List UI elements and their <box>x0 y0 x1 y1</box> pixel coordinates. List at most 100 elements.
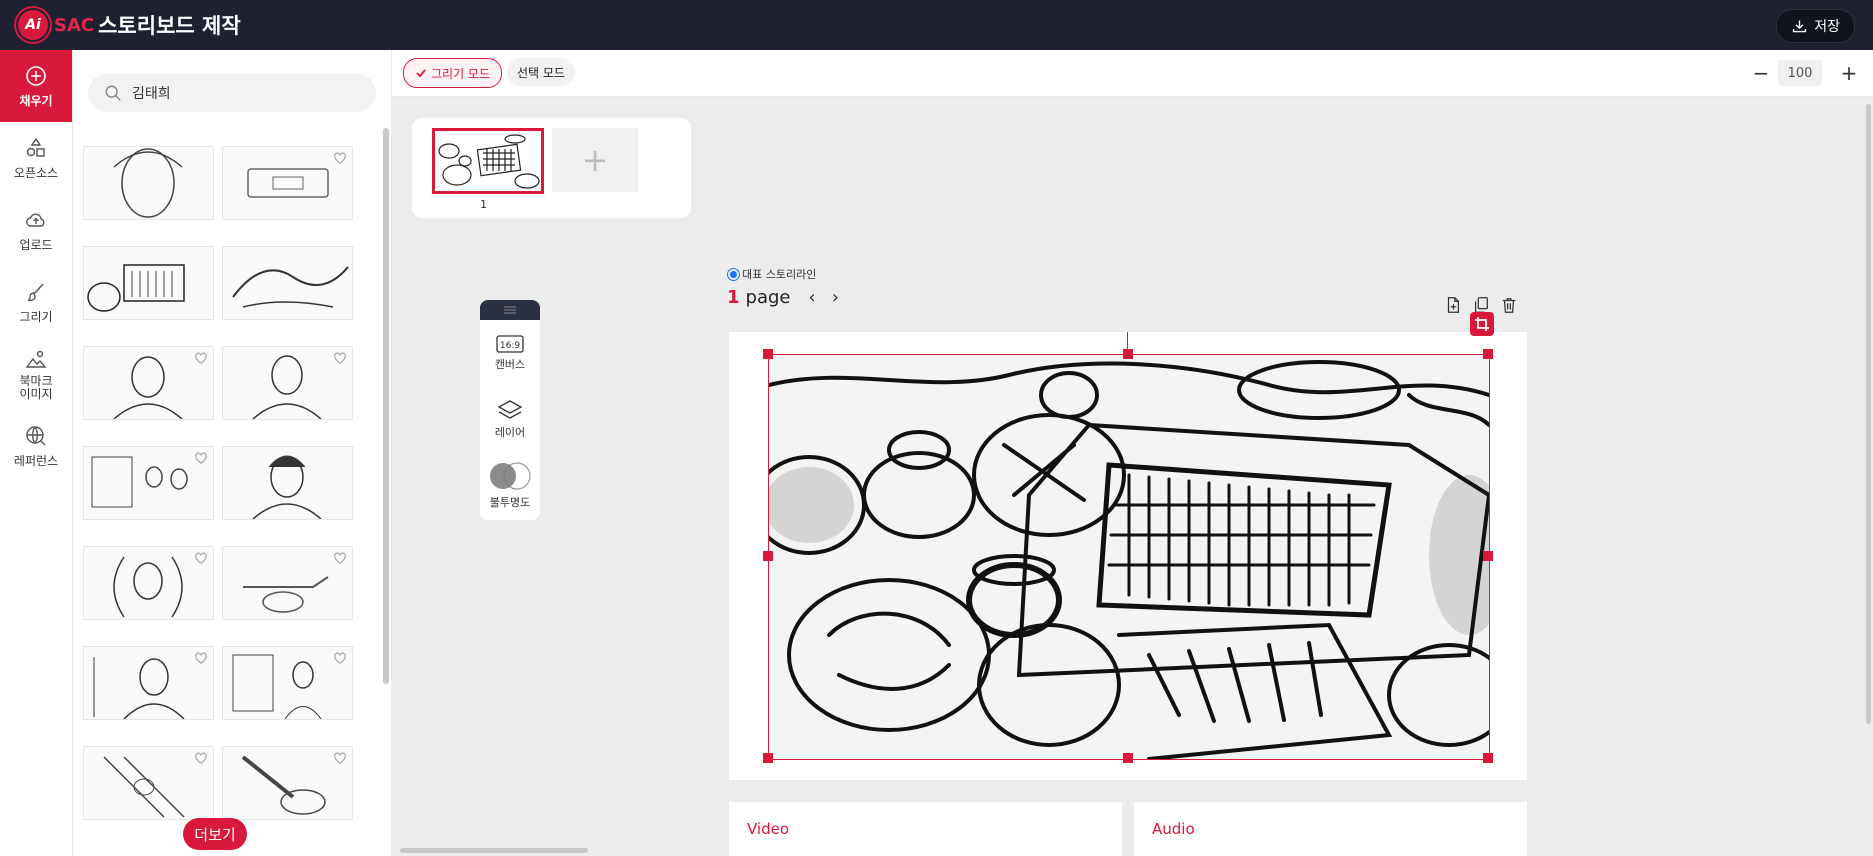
brush-icon <box>27 283 44 301</box>
thumbnail-sketch <box>232 266 349 308</box>
add-page-button[interactable]: + <box>552 128 638 192</box>
heart-icon[interactable] <box>194 351 208 365</box>
thumbnail-sketch <box>113 148 183 218</box>
image-grid <box>83 146 364 820</box>
resize-handle-ne[interactable] <box>1483 349 1493 359</box>
resize-handle-w[interactable] <box>763 551 773 561</box>
resize-handle-s[interactable] <box>1123 753 1133 763</box>
mode-toolbar: 그리기 모드 선택 모드 − 100 + <box>392 50 1873 97</box>
page-thumbnail-image <box>435 131 541 191</box>
resize-handle-se[interactable] <box>1483 753 1493 763</box>
crop-icon <box>1475 317 1489 331</box>
nav-item-upload[interactable]: 업로드 <box>0 194 72 266</box>
image-thumbnail[interactable] <box>83 246 214 320</box>
image-thumbnail[interactable] <box>83 146 214 220</box>
heart-icon[interactable] <box>333 651 347 665</box>
workspace-scrollbar[interactable] <box>1866 104 1871 724</box>
video-card[interactable]: Video <box>729 802 1122 856</box>
heart-icon[interactable] <box>333 351 347 365</box>
audio-card[interactable]: Audio <box>1134 802 1527 856</box>
page-navigator: 1 page ‹ › <box>727 287 839 308</box>
select-mode-button[interactable]: 선택 모드 <box>507 58 575 86</box>
page-strip: 1 + <box>412 118 691 218</box>
nav-item-fill[interactable]: 채우기 <box>0 50 72 122</box>
zoom-level[interactable]: 100 <box>1778 60 1822 86</box>
heart-icon[interactable] <box>194 551 208 565</box>
representative-storyline[interactable]: 대표 스토리라인 <box>727 266 816 282</box>
image-thumbnail[interactable] <box>222 146 353 220</box>
search-box[interactable] <box>88 74 376 112</box>
heart-icon[interactable] <box>194 451 208 465</box>
representative-radio[interactable] <box>727 267 740 281</box>
cloud-upload-icon <box>26 213 45 227</box>
page-word: page <box>745 287 791 308</box>
image-thumbnail[interactable] <box>83 746 214 820</box>
prev-page-button[interactable]: ‹ <box>809 287 816 308</box>
layer-tool[interactable]: 레이어 <box>480 386 540 452</box>
nav-item-bookmark[interactable]: 북마크 이미지 <box>0 338 72 410</box>
nav-label: 오픈소스 <box>13 165 59 180</box>
current-page-number: 1 <box>727 287 740 308</box>
zoom-in-button[interactable]: + <box>1836 60 1862 86</box>
image-thumbnail[interactable] <box>222 646 353 720</box>
image-panel <box>73 50 391 856</box>
layer-tool-label: 레이어 <box>494 425 526 439</box>
nav-item-draw[interactable]: 그리기 <box>0 266 72 338</box>
heart-icon[interactable] <box>333 551 347 565</box>
layers-icon <box>497 399 523 419</box>
more-button[interactable]: 더보기 <box>183 818 247 850</box>
nav-label: 레퍼런스 <box>13 453 59 468</box>
resize-handle-nw[interactable] <box>763 349 773 359</box>
opacity-tool[interactable]: 불투명도 <box>480 452 540 518</box>
thumbnail-sketch <box>87 264 185 312</box>
trash-icon[interactable] <box>1500 296 1518 314</box>
audio-label: Audio <box>1152 820 1195 838</box>
tool-palette: 16:9 캔버스 레이어 불투명도 <box>480 300 540 520</box>
crop-button[interactable] <box>1470 312 1494 336</box>
panel-scrollbar[interactable] <box>383 128 389 684</box>
nav-label: 북마크 이미지 <box>19 374 53 401</box>
image-thumbnail[interactable] <box>222 446 353 520</box>
image-thumbnail[interactable] <box>83 346 214 420</box>
canvas-tool[interactable]: 16:9 캔버스 <box>480 320 540 386</box>
next-page-button[interactable]: › <box>832 287 839 308</box>
save-button[interactable]: 저장 <box>1776 9 1855 43</box>
resize-handle-e[interactable] <box>1483 551 1493 561</box>
left-nav: 채우기 오픈소스 업로드 그리기 북마크 이미지 레퍼런스 <box>0 50 73 856</box>
palette-drag-handle[interactable] <box>480 300 540 320</box>
image-thumbnail[interactable] <box>83 646 214 720</box>
search-input[interactable] <box>130 84 354 102</box>
nav-label: 업로드 <box>19 237 53 252</box>
top-bar: Ai SAC 스토리보드 제작 저장 <box>0 0 1873 50</box>
heart-icon[interactable] <box>194 651 208 665</box>
opacity-tool-label: 불투명도 <box>489 495 531 509</box>
image-thumbnail[interactable] <box>222 546 353 620</box>
selected-image[interactable] <box>768 354 1490 760</box>
draw-mode-button[interactable]: 그리기 모드 <box>403 58 503 88</box>
page-thumbnail-number: 1 <box>480 198 487 211</box>
image-thumbnail[interactable] <box>83 546 214 620</box>
nav-item-opensource[interactable]: 오픈소스 <box>0 122 72 194</box>
heart-icon[interactable] <box>194 751 208 765</box>
nav-item-reference[interactable]: 레퍼런스 <box>0 410 72 482</box>
plus-circle-icon <box>26 65 46 86</box>
resize-handle-sw[interactable] <box>763 753 773 763</box>
image-thumbnail[interactable] <box>222 246 353 320</box>
aspect-ratio-icon: 16:9 <box>496 334 524 353</box>
shapes-icon <box>26 137 45 157</box>
heart-icon[interactable] <box>333 751 347 765</box>
heart-icon[interactable] <box>333 151 347 165</box>
save-label: 저장 <box>1814 19 1840 35</box>
image-thumbnail[interactable] <box>83 446 214 520</box>
logo-mark: Ai <box>18 10 48 40</box>
opacity-icon <box>490 461 531 490</box>
page-thumbnail[interactable] <box>432 128 544 194</box>
zoom-out-button[interactable]: − <box>1748 60 1774 86</box>
download-icon <box>1793 20 1807 32</box>
image-thumbnail[interactable] <box>222 746 353 820</box>
image-thumbnail[interactable] <box>222 346 353 420</box>
nav-label: 그리기 <box>19 309 53 324</box>
resize-handle-n[interactable] <box>1123 349 1133 359</box>
new-file-icon[interactable] <box>1444 296 1462 314</box>
horizontal-scrollbar[interactable] <box>400 848 588 853</box>
